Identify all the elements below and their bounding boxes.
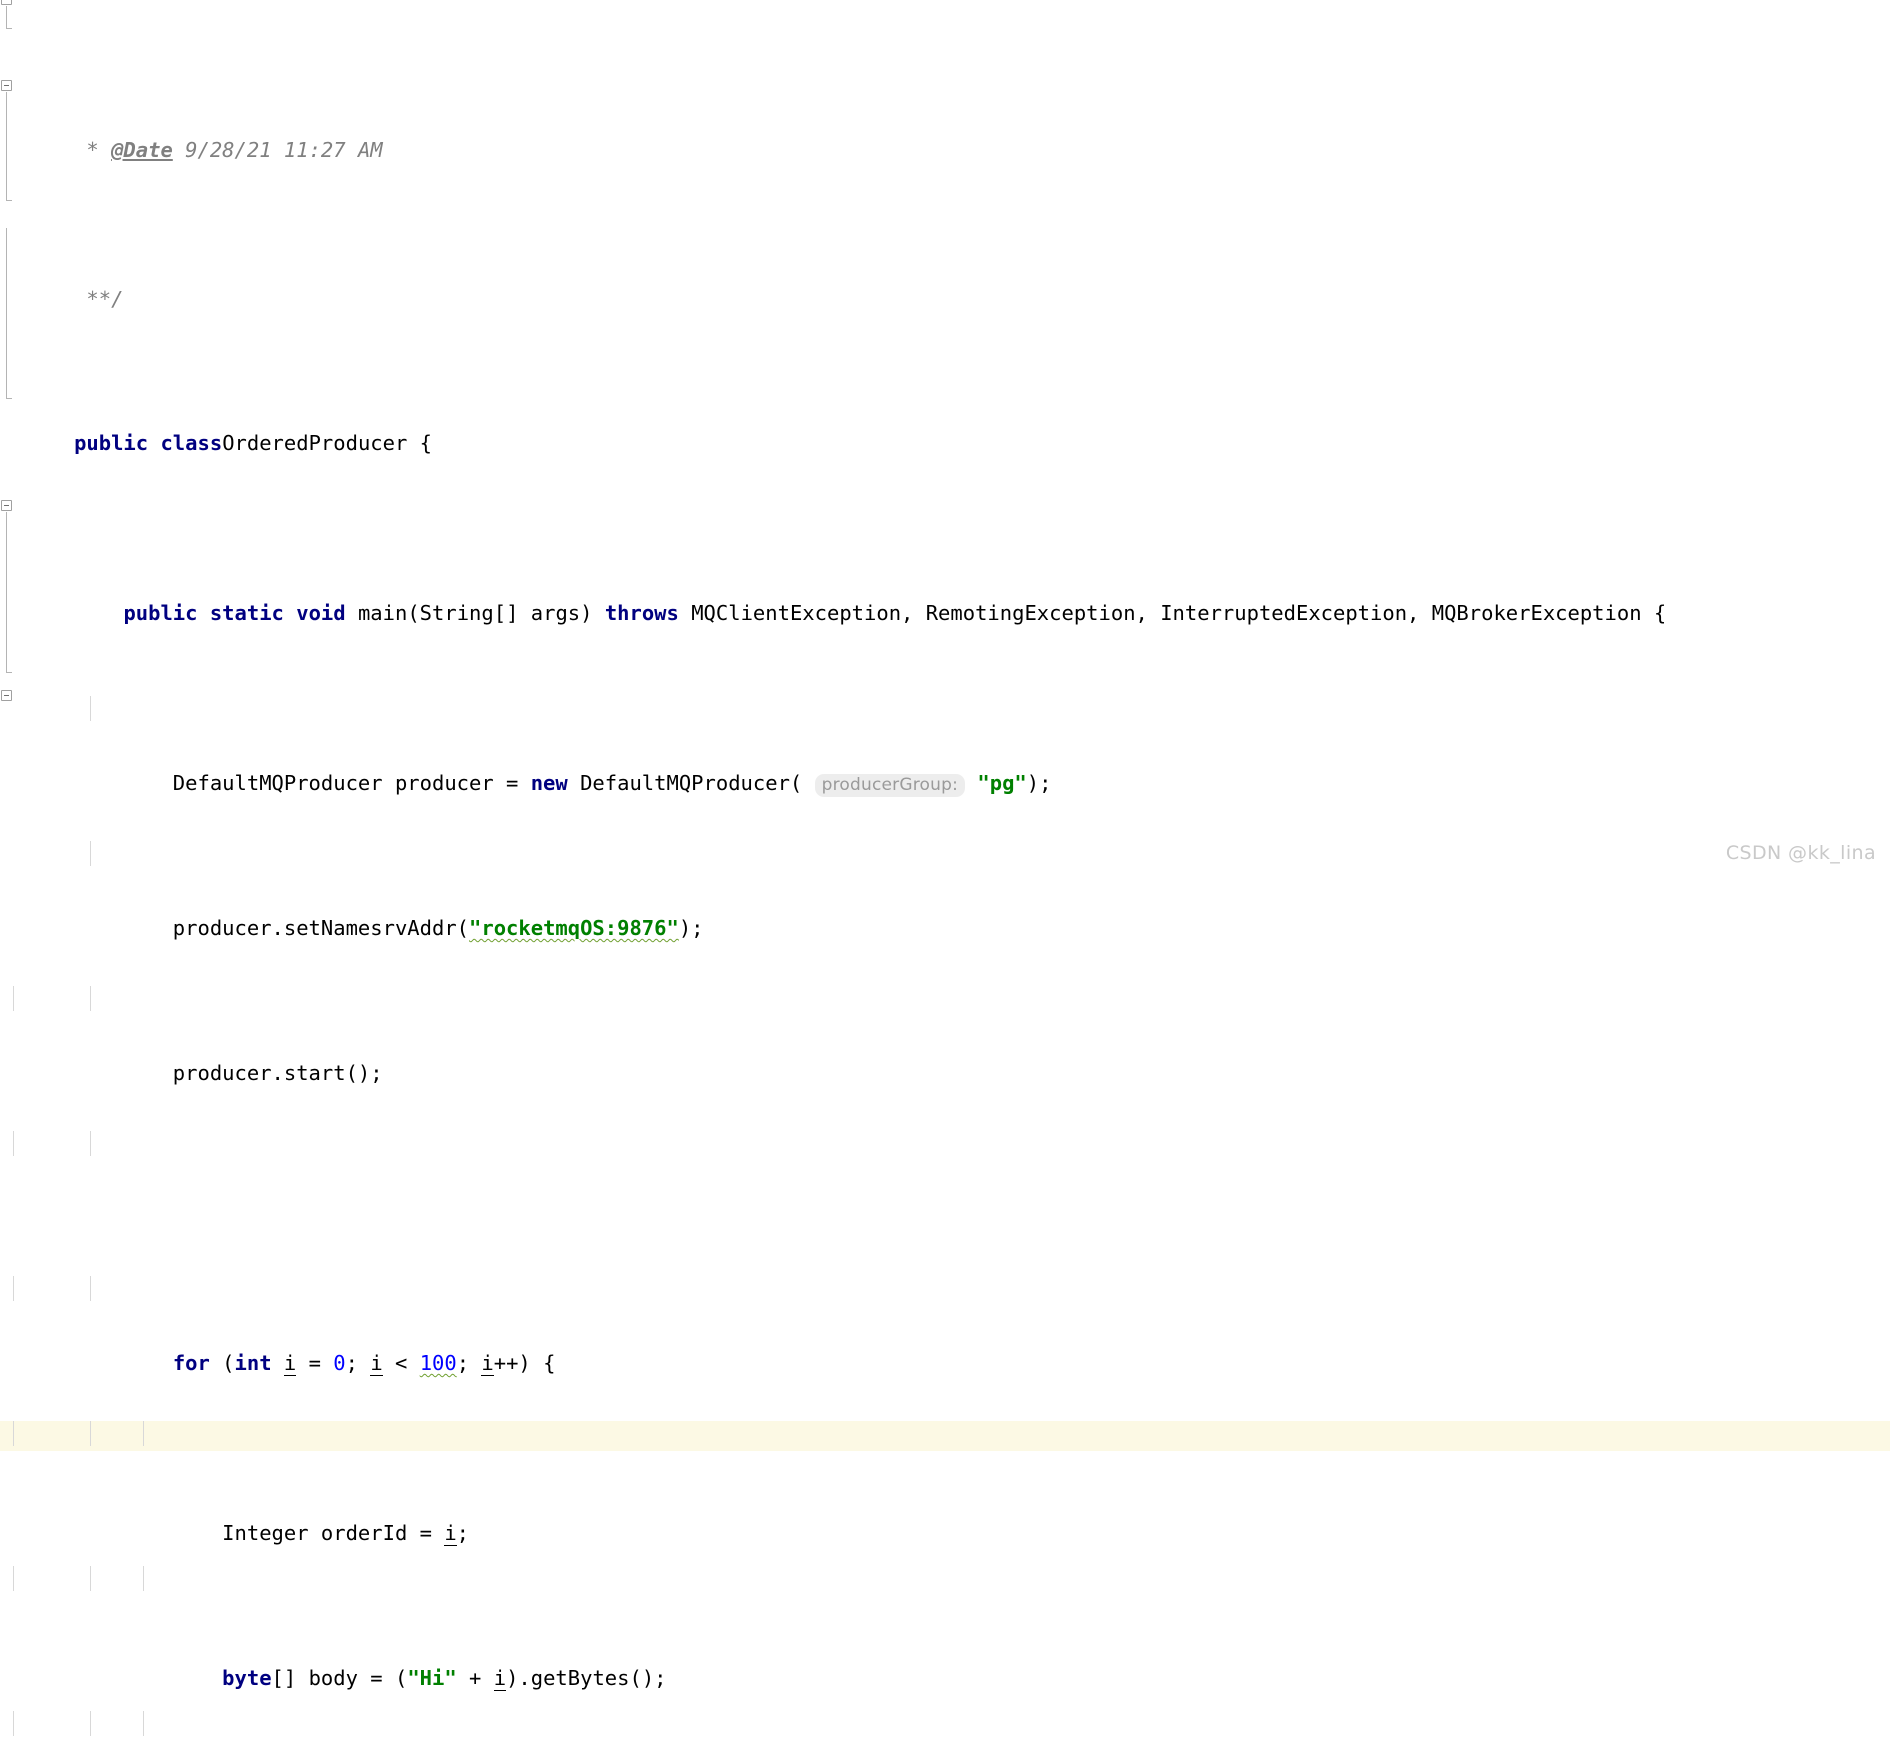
keyword-for: for bbox=[172, 1351, 210, 1375]
code-line[interactable]: public classOrderedProducer { bbox=[0, 406, 1890, 455]
loop-var-i: i bbox=[481, 1351, 494, 1376]
fold-guide-javadoc bbox=[6, 6, 7, 28]
code-content[interactable]: * @Date 9/28/21 11:27 AM **/ public clas… bbox=[0, 0, 1890, 1736]
inlay-hint-producergroup[interactable]: producerGroup: bbox=[814, 774, 966, 797]
indent-guide bbox=[13, 1566, 14, 1591]
indent-guide bbox=[13, 986, 14, 1011]
loop-var-i: i bbox=[493, 1666, 507, 1691]
javadoc-date-value: 9/28/21 11:27 AM bbox=[185, 138, 383, 162]
indent-guide bbox=[143, 1711, 144, 1736]
keyword-public: public bbox=[123, 601, 198, 625]
indent-guide bbox=[143, 1421, 144, 1446]
code-line[interactable]: byte[] body = ("Hi" + i).getBytes(); bbox=[0, 1566, 1890, 1691]
indent-guide bbox=[13, 1131, 14, 1156]
fold-guide-method bbox=[6, 92, 7, 200]
watermark-label: CSDN @kk_lina bbox=[1725, 842, 1876, 864]
string-literal-hi: "Hi" bbox=[407, 1666, 457, 1690]
number-literal-hundred: 100 bbox=[419, 1351, 457, 1375]
keyword-class: class bbox=[160, 431, 223, 455]
fold-guide-end-for bbox=[6, 398, 12, 399]
keyword-int: int bbox=[234, 1351, 272, 1375]
string-literal-pg: "pg" bbox=[977, 771, 1027, 795]
keyword-byte: byte bbox=[222, 1666, 272, 1690]
indent-guide bbox=[13, 1276, 14, 1301]
code-line[interactable]: **/ bbox=[0, 260, 1890, 311]
brace: { bbox=[407, 431, 433, 455]
code-line[interactable]: * @Date 9/28/21 11:27 AM bbox=[0, 120, 1890, 161]
keyword-new: new bbox=[530, 771, 568, 795]
fold-guide-end-comment bbox=[6, 672, 12, 673]
class-name: OrderedProducer bbox=[222, 431, 408, 455]
keyword-throws: throws bbox=[604, 601, 679, 625]
fold-marker-class[interactable] bbox=[1, 690, 12, 701]
loop-var-i: i bbox=[283, 1351, 297, 1376]
code-line[interactable]: producer.start(); bbox=[0, 986, 1890, 1085]
string-literal-namesrv: "rocketmqOS:9876" bbox=[469, 916, 679, 940]
indent-guide bbox=[13, 1711, 14, 1736]
loop-var-i: i bbox=[444, 1521, 457, 1546]
fold-marker-javadoc[interactable] bbox=[1, 0, 12, 5]
indent-guide bbox=[90, 841, 91, 866]
fold-marker-comment[interactable] bbox=[1, 500, 12, 511]
javadoc-close: **/ bbox=[74, 287, 124, 311]
javadoc-date bbox=[173, 138, 185, 162]
keyword-static: static bbox=[209, 601, 284, 625]
code-line-caret[interactable]: Integer orderId = i; bbox=[0, 1421, 1890, 1546]
fold-guide-comment bbox=[6, 512, 7, 672]
indent-guide bbox=[90, 1131, 91, 1156]
javadoc-star: * bbox=[74, 138, 112, 162]
indent-guide bbox=[90, 696, 91, 721]
indent-guide bbox=[90, 1566, 91, 1591]
keyword-void: void bbox=[296, 601, 346, 625]
code-editor[interactable]: * @Date 9/28/21 11:27 AM **/ public clas… bbox=[0, 0, 1890, 1736]
javadoc-tag: @Date bbox=[111, 138, 173, 162]
editor-gutter[interactable] bbox=[0, 0, 14, 872]
fold-guide-end-javadoc bbox=[6, 28, 12, 29]
code-line[interactable]: DefaultMQProducer producer = new Default… bbox=[0, 696, 1890, 797]
indent-guide bbox=[90, 986, 91, 1011]
fold-guide-for bbox=[6, 228, 7, 398]
indent-guide bbox=[90, 1711, 91, 1736]
method-signature: main(String[] args) bbox=[345, 601, 605, 625]
code-line[interactable]: final Message msg = new Message( topic: … bbox=[0, 1711, 1890, 1736]
loop-var-i: i bbox=[370, 1351, 383, 1376]
fold-marker-method[interactable] bbox=[1, 80, 12, 91]
code-line[interactable]: producer.setNamesrvAddr("rocketmqOS:9876… bbox=[0, 841, 1890, 940]
keyword-public: public bbox=[74, 431, 149, 455]
code-line[interactable]: public static void main(String[] args) t… bbox=[0, 551, 1890, 625]
code-line-blank[interactable] bbox=[0, 1131, 1890, 1156]
number-literal-zero: 0 bbox=[333, 1351, 346, 1375]
fold-guide-end-method bbox=[6, 200, 12, 201]
indent-guide bbox=[90, 1421, 91, 1446]
indent-guide bbox=[143, 1566, 144, 1591]
code-line[interactable]: for (int i = 0; i < 100; i++) { bbox=[0, 1276, 1890, 1376]
indent-guide bbox=[90, 1276, 91, 1301]
throws-list: MQClientException, RemotingException, In… bbox=[678, 601, 1667, 625]
indent-guide bbox=[13, 1421, 14, 1446]
